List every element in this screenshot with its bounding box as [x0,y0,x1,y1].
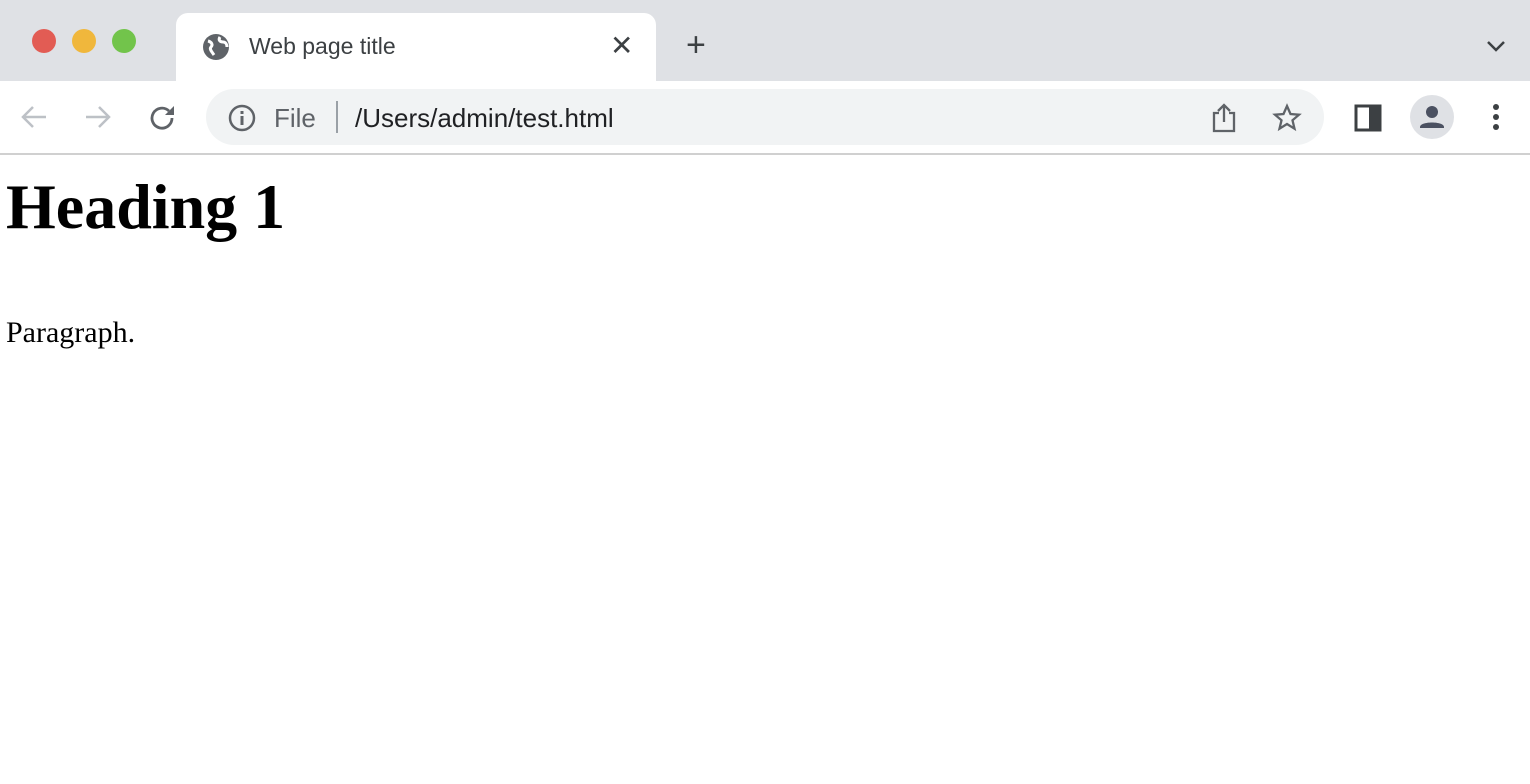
divider [336,101,338,133]
more-menu-icon[interactable] [1490,103,1502,133]
globe-icon [203,34,229,60]
tab-title: Web page title [249,33,396,59]
bookmark-star-icon[interactable] [1272,103,1302,133]
chevron-down-icon[interactable] [1486,40,1506,54]
close-tab-icon[interactable]: ✕ [610,29,633,62]
scheme-label: File [274,103,316,133]
reload-icon[interactable] [148,103,178,133]
address-bar[interactable]: File /Users/admin/test.html [206,89,1324,145]
page-paragraph: Paragraph. [6,316,136,349]
url-text[interactable]: /Users/admin/test.html [355,103,614,134]
share-icon[interactable] [1211,103,1237,133]
page-heading: Heading 1 [6,171,286,242]
new-tab-icon[interactable]: + [686,26,706,65]
back-icon[interactable] [20,105,48,129]
toolbar: File /Users/admin/test.html [0,81,1530,155]
profile-avatar[interactable] [1410,95,1454,139]
tab-strip: Web page title ✕ + [0,0,1530,81]
side-panel-icon[interactable] [1354,104,1382,132]
forward-icon[interactable] [84,105,112,129]
info-icon[interactable] [228,104,256,132]
tab-active[interactable]: Web page title ✕ [176,13,656,81]
minimize-window-button[interactable] [72,29,96,53]
close-window-button[interactable] [32,29,56,53]
person-icon [1420,106,1444,128]
zoom-window-button[interactable] [112,29,136,53]
